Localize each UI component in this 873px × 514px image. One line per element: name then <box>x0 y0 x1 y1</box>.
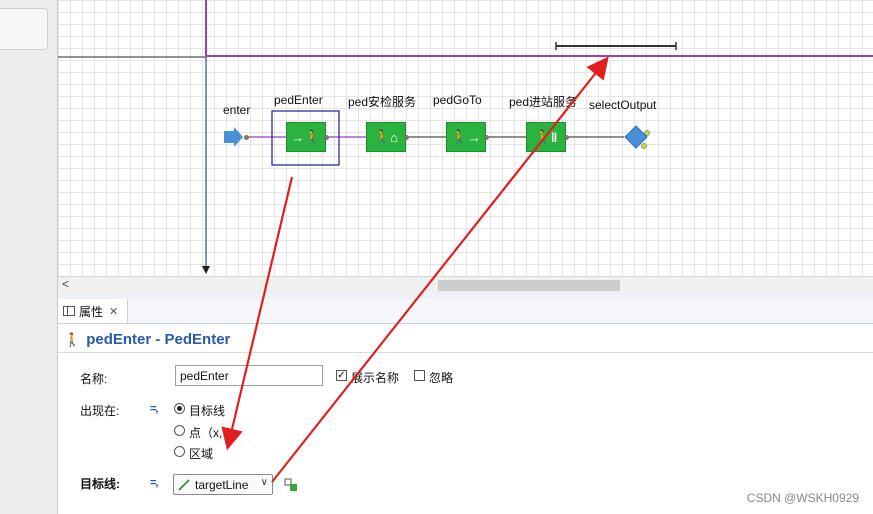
scroll-thumb[interactable] <box>438 280 620 291</box>
scroll-left-icon[interactable]: < <box>62 277 69 291</box>
option-area-label: 区域 <box>189 447 214 461</box>
ignore-checkbox[interactable] <box>414 370 425 381</box>
port <box>564 135 569 140</box>
pedGoTo-block[interactable]: 🚶 → <box>446 122 486 152</box>
model-canvas[interactable]: enter pedEnter ped安检服务 pedGoTo ped进站服务 s… <box>58 0 873 276</box>
line-icon <box>178 478 190 491</box>
tab-properties[interactable]: 属性 ✕ <box>58 299 128 323</box>
option-point-label: 点（x, y) <box>189 426 236 440</box>
block-label-pedGoTo: pedGoTo <box>433 93 482 107</box>
properties-tabbar: 属性 ✕ <box>58 299 873 324</box>
collapsed-panel[interactable] <box>0 8 48 50</box>
show-name-checkbox[interactable]: ✓ <box>336 370 347 381</box>
port <box>484 135 489 140</box>
name-label: 名称: <box>80 372 108 386</box>
watermark: CSDN @WSKH0929 <box>746 491 859 505</box>
pedestrian-icon: 🚶 <box>451 129 468 144</box>
show-name-label: 展示名称 <box>351 371 400 385</box>
static-value-icon[interactable]: =, <box>150 403 159 415</box>
port <box>244 135 249 140</box>
ped-security-block[interactable]: 🚶 ⌂ <box>366 122 406 152</box>
appear-label: 出现在: <box>80 404 120 418</box>
pedestrian-icon: 🚶 <box>64 331 81 347</box>
option-target-line-label: 目标线 <box>189 404 226 418</box>
port <box>324 135 329 140</box>
target-line-value: targetLine <box>195 477 249 492</box>
properties-panel: 属性 ✕ 🚶 pedEnter - PedEnter 名称: pedEnter … <box>58 299 873 514</box>
pedestrian-icon: 🚶 <box>534 129 551 144</box>
option-area-radio[interactable] <box>174 446 185 457</box>
page-title: pedEnter - PedEnter <box>86 331 231 348</box>
pick-target-icon[interactable] <box>284 478 298 492</box>
enter-arrow-icon <box>224 127 243 147</box>
pedEnter-block[interactable]: → 🚶 <box>286 122 326 152</box>
axis-arrow <box>202 266 210 274</box>
option-target-line-radio[interactable] <box>174 403 185 414</box>
option-point-radio[interactable] <box>174 425 185 436</box>
target-line-select[interactable]: targetLine ∨ <box>173 474 273 495</box>
close-icon[interactable]: ✕ <box>109 305 118 318</box>
chevron-down-icon: ∨ <box>260 477 268 488</box>
block-label-enter: enter <box>223 103 251 117</box>
properties-title: 🚶 pedEnter - PedEnter <box>58 327 873 353</box>
block-label-station: ped进站服务 <box>509 95 578 109</box>
block-label-selectOutput: selectOutput <box>589 98 657 112</box>
target-line-label: 目标线: <box>80 477 120 491</box>
static-value-icon[interactable]: =, <box>150 477 159 489</box>
properties-icon <box>63 306 75 316</box>
tab-label: 属性 <box>79 304 104 319</box>
block-label-pedEnter: pedEnter <box>274 93 323 107</box>
ped-station-block[interactable]: 🚶 ‖ <box>526 122 566 152</box>
port <box>404 135 409 140</box>
name-field[interactable]: pedEnter <box>175 365 323 386</box>
pedestrian-icon: 🚶 <box>304 129 321 144</box>
horizontal-scrollbar[interactable]: < <box>58 276 873 294</box>
pedestrian-icon: 🚶 <box>373 129 391 144</box>
ignore-label: 忽略 <box>429 371 454 385</box>
block-label-security: ped安检服务 <box>348 95 417 109</box>
left-panel <box>0 0 58 514</box>
